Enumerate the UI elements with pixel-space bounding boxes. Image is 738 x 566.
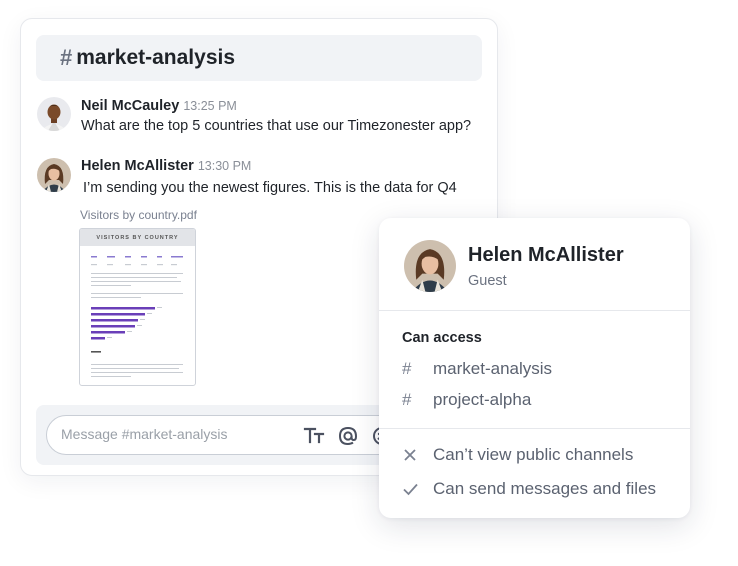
access-section-title: Can access [402,330,482,346]
hash-icon: # [402,359,412,378]
access-channel-item[interactable]: # market-analysis [402,359,552,379]
user-profile-popover: Helen McAllister Guest Can access # mark… [379,218,690,518]
author-name[interactable]: Neil McCauley [81,98,179,114]
divider [379,310,690,311]
text-format-icon[interactable] [303,425,325,450]
stage: # market-analysis Neil McCauley 13:25 PM … [0,0,738,566]
avatar-neil[interactable] [37,97,71,131]
pdf-page-content-illustration [91,256,183,377]
access-channel-name[interactable]: market-analysis [433,359,552,379]
close-icon [402,447,422,463]
message-timestamp: 13:25 PM [183,99,237,113]
avatar-helen[interactable] [37,158,71,192]
attachment-filename[interactable]: Visitors by country.pdf [80,208,197,222]
message-author[interactable]: Helen McAllister 13:30 PM [81,158,251,174]
channel-title: market-analysis [76,46,236,69]
message-text: I’m sending you the newest figures. This… [83,180,457,196]
hash-icon: # [402,390,412,409]
author-name[interactable]: Helen McAllister [81,158,194,174]
channel-header: # market-analysis [36,35,482,81]
check-icon [402,481,422,497]
profile-avatar [404,240,456,292]
pdf-preview-heading: VISITORS BY COUNTRY [80,229,195,246]
permission-text: Can send messages and files [433,479,657,498]
permission-item: Can’t view public channels [402,445,633,465]
permission-text: Can’t view public channels [433,445,634,464]
message-text: What are the top 5 countries that use ou… [81,118,472,134]
divider [379,428,690,429]
message-author[interactable]: Neil McCauley 13:25 PM [81,98,237,114]
permission-item: Can send messages and files [402,479,656,499]
message-input[interactable] [61,426,291,442]
profile-name: Helen McAllister [468,244,624,266]
pdf-attachment-preview[interactable]: VISITORS BY COUNTRY [79,228,196,386]
access-channel-item[interactable]: # project-alpha [402,390,531,410]
profile-role: Guest [468,273,507,289]
access-channel-name[interactable]: project-alpha [433,390,531,410]
message-timestamp: 13:30 PM [197,159,252,173]
mention-icon[interactable] [337,425,359,452]
channel-hash-icon: # [60,45,73,70]
